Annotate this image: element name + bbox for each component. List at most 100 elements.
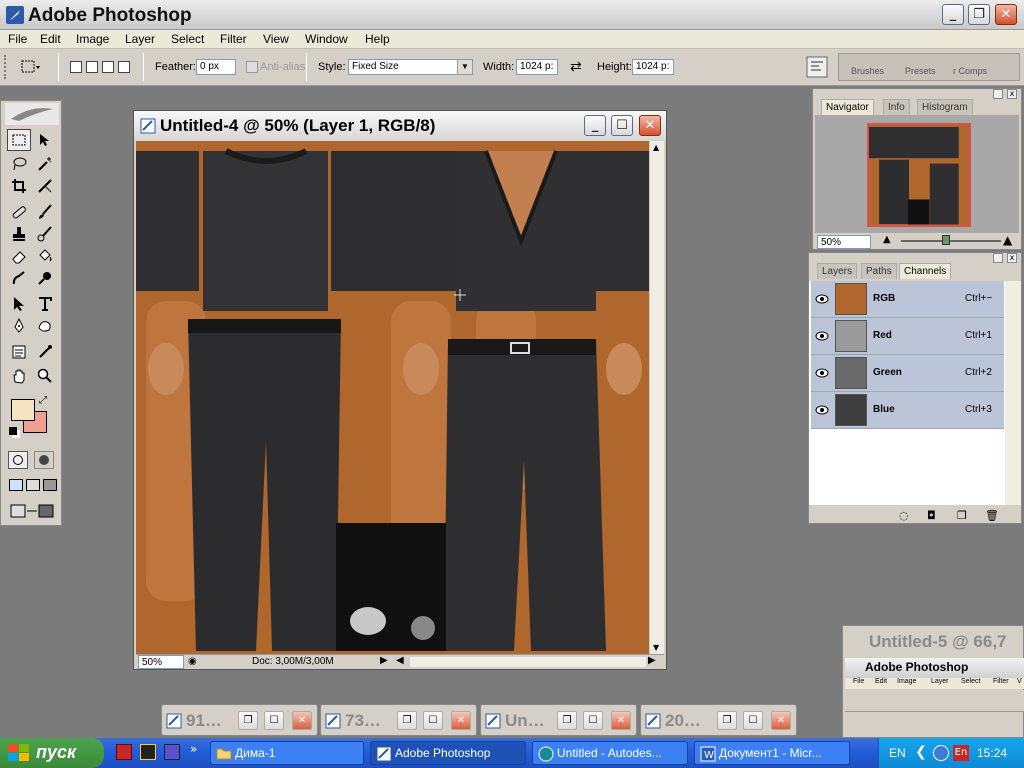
eyedropper-tool-icon[interactable] — [33, 341, 57, 363]
quicklaunch-app-icon[interactable] — [140, 744, 156, 760]
zoom-tool-icon[interactable] — [33, 365, 57, 387]
adobe-feather-icon[interactable] — [5, 103, 59, 125]
minimized-doc-2[interactable]: 73… ❐ ☐ ✕ — [320, 704, 477, 736]
channel-row-red[interactable]: Red Ctrl+1 — [811, 318, 1004, 355]
well-tab-presets[interactable]: Presets — [905, 66, 936, 80]
eye-icon[interactable] — [815, 330, 829, 342]
image-canvas[interactable] — [136, 141, 649, 654]
crop-tool-icon[interactable] — [7, 175, 31, 197]
eye-icon[interactable] — [815, 293, 829, 305]
options-grip[interactable] — [4, 55, 8, 79]
vertical-scrollbar[interactable]: ▲ ▼ — [649, 141, 664, 654]
taskbar-item-autodesk[interactable]: Untitled - Autodes... — [532, 741, 688, 765]
keyboard-layout-icon[interactable]: En — [953, 745, 969, 761]
history-brush-tool-icon[interactable] — [33, 223, 57, 245]
doc-close-button[interactable]: ✕ — [639, 115, 661, 136]
doc-maximize-button[interactable]: ☐ — [611, 115, 633, 136]
hand-tool-icon[interactable] — [7, 365, 31, 387]
well-tab-brushes[interactable]: Brushes — [851, 66, 884, 80]
tray-back-icon[interactable]: ❮ — [915, 744, 927, 760]
maximize-button[interactable]: ☐ — [583, 711, 603, 730]
start-button[interactable]: пуск — [0, 738, 104, 768]
scroll-down-icon[interactable]: ▼ — [653, 643, 659, 652]
restore-button[interactable]: ❐ — [397, 711, 417, 730]
delete-channel-icon[interactable]: 🗑 — [985, 509, 999, 522]
restore-button[interactable]: ❐ — [717, 711, 737, 730]
second-menu-filter[interactable]: Filter — [993, 678, 1009, 685]
scroll-up-icon[interactable]: ▲ — [653, 143, 659, 152]
restore-button[interactable]: ❐ — [968, 4, 990, 25]
maximize-button[interactable]: ☐ — [743, 711, 763, 730]
channels-scrollbar[interactable] — [1005, 281, 1021, 505]
intersect-selection-icon[interactable] — [118, 61, 130, 73]
chevron-down-icon[interactable]: ▼ — [457, 60, 472, 74]
channel-row-green[interactable]: Green Ctrl+2 — [811, 355, 1004, 392]
standard-screen-mode-icon[interactable] — [9, 479, 23, 491]
feather-input[interactable]: 0 px — [196, 59, 236, 75]
tab-info[interactable]: Info — [883, 99, 910, 115]
healing-brush-tool-icon[interactable] — [7, 201, 31, 223]
navigator-zoom-slider[interactable] — [901, 240, 1001, 242]
path-selection-tool-icon[interactable] — [7, 293, 31, 315]
smudge-tool-icon[interactable] — [7, 267, 31, 289]
second-menu-file[interactable]: File — [853, 678, 864, 685]
navigator-zoom-field[interactable]: 50% — [817, 235, 871, 249]
notes-tool-icon[interactable] — [7, 341, 31, 363]
menu-filter[interactable]: Filter — [220, 32, 247, 46]
status-menu-icon[interactable]: ◉ — [188, 656, 197, 667]
subtract-selection-icon[interactable] — [102, 61, 114, 73]
add-selection-icon[interactable] — [86, 61, 98, 73]
full-screen-menu-mode-icon[interactable] — [26, 479, 40, 491]
standard-mode-icon[interactable] — [8, 451, 28, 469]
taskbar-item-word[interactable]: W Документ1 - Micr... — [694, 741, 850, 765]
second-menu-edit[interactable]: Edit — [875, 678, 887, 685]
eye-icon[interactable] — [815, 367, 829, 379]
tab-paths[interactable]: Paths — [861, 263, 897, 279]
new-channel-icon[interactable]: ❐ — [957, 509, 967, 522]
type-tool-icon[interactable] — [33, 293, 57, 315]
quicklaunch-more-icon[interactable]: » — [190, 742, 197, 756]
menu-window[interactable]: Window — [305, 32, 348, 46]
second-menu-view[interactable]: V — [1017, 678, 1022, 685]
taskbar-item-photoshop[interactable]: Adobe Photoshop — [370, 741, 526, 765]
document-title-bar[interactable]: Untitled-4 @ 50% (Layer 1, RGB/8) _ ☐ ✕ — [134, 111, 666, 141]
zoom-in-icon[interactable]: ▲ — [1003, 233, 1012, 247]
horizontal-scrollbar[interactable] — [410, 657, 646, 667]
navigator-thumbnail[interactable] — [867, 123, 971, 227]
eye-icon[interactable] — [815, 404, 829, 416]
height-input[interactable]: 1024 p: — [632, 59, 674, 75]
restore-button[interactable]: ❐ — [557, 711, 577, 730]
antialias-checkbox[interactable] — [246, 61, 258, 73]
menu-help[interactable]: Help — [365, 32, 390, 46]
channel-row-blue[interactable]: Blue Ctrl+3 — [811, 392, 1004, 429]
brush-tool-icon[interactable] — [33, 201, 57, 223]
foreground-color-swatch[interactable] — [11, 399, 35, 421]
second-menu-image[interactable]: Image — [897, 678, 916, 685]
full-screen-mode-icon[interactable] — [43, 479, 57, 491]
tab-layers[interactable]: Layers — [817, 263, 858, 279]
tab-navigator[interactable]: Navigator — [821, 99, 874, 115]
maximize-button[interactable]: ☐ — [264, 711, 284, 730]
close-button[interactable]: ✕ — [995, 4, 1017, 25]
default-colors-icon[interactable] — [9, 427, 17, 435]
magic-wand-tool-icon[interactable] — [33, 153, 57, 175]
panel-minimize-icon[interactable] — [993, 253, 1003, 263]
custom-shape-tool-icon[interactable] — [33, 315, 57, 337]
paint-bucket-tool-icon[interactable] — [33, 245, 57, 267]
quicklaunch-app-icon[interactable] — [164, 744, 180, 760]
second-menu-select[interactable]: Select — [961, 678, 980, 685]
save-selection-icon[interactable]: ◘ — [927, 509, 936, 522]
second-photoshop-window[interactable]: Untitled-5 @ 66,7 Adobe Photoshop File E… — [842, 625, 1024, 738]
language-indicator[interactable]: EN — [889, 746, 906, 760]
close-button[interactable]: ✕ — [611, 711, 631, 730]
load-selection-icon[interactable]: ◌ — [899, 509, 909, 522]
panel-close-icon[interactable]: x — [1007, 253, 1017, 263]
dodge-tool-icon[interactable] — [33, 267, 57, 289]
scroll-right-icon[interactable]: ▶ — [648, 655, 656, 666]
menu-layer[interactable]: Layer — [125, 32, 155, 46]
second-menu-layer[interactable]: Layer — [931, 678, 949, 685]
menu-select[interactable]: Select — [171, 32, 204, 46]
minimized-doc-4[interactable]: 20… ❐ ☐ ✕ — [640, 704, 797, 736]
maximize-button[interactable]: ☐ — [423, 711, 443, 730]
marquee-preset-icon[interactable] — [20, 59, 42, 75]
